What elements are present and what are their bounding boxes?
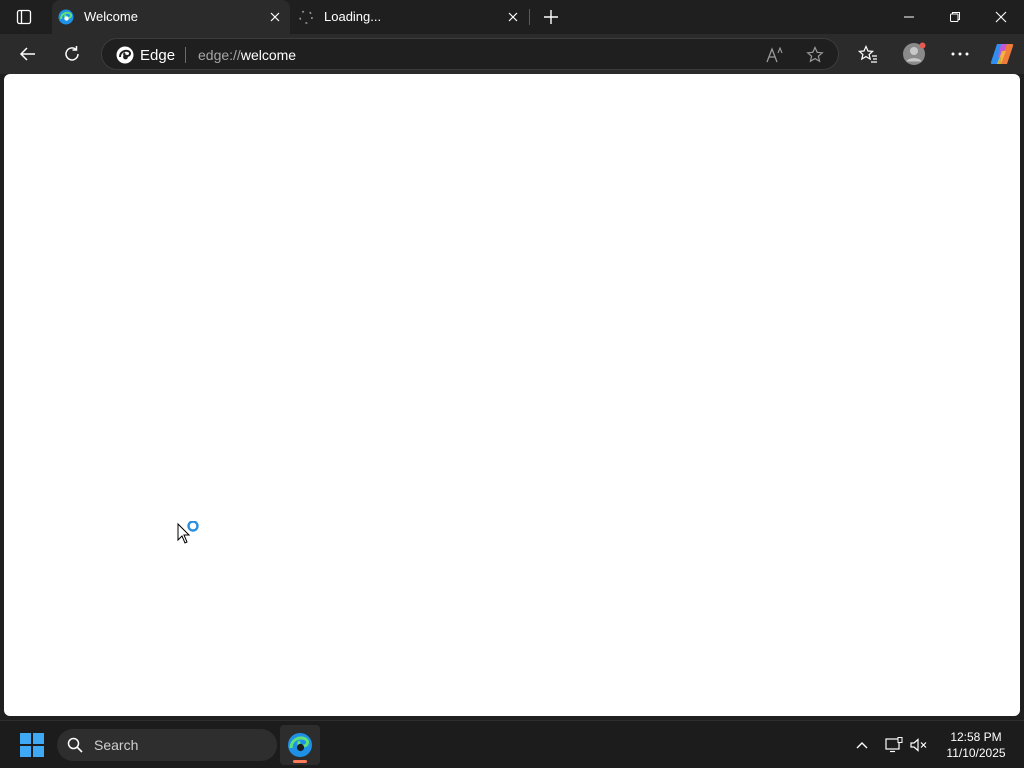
tab-close-button[interactable] — [504, 8, 522, 26]
minimize-button[interactable] — [886, 0, 932, 34]
tab-title: Welcome — [84, 9, 138, 24]
close-icon — [995, 11, 1007, 23]
running-indicator — [293, 760, 307, 763]
copilot-icon — [990, 44, 1014, 64]
read-aloud-button[interactable] — [764, 45, 786, 65]
url-scheme: edge:// — [198, 47, 241, 63]
clock-time: 12:58 PM — [950, 730, 1002, 744]
address-bar[interactable]: Edge edge://welcome — [101, 38, 839, 70]
tab-welcome[interactable]: Welcome — [52, 0, 290, 34]
new-tab-button[interactable] — [538, 4, 564, 30]
url-path: welcome — [240, 47, 297, 63]
read-aloud-icon — [766, 47, 783, 63]
chevron-up-icon — [856, 742, 868, 749]
loading-spinner-icon — [299, 10, 313, 24]
restore-button[interactable] — [932, 0, 978, 34]
edge-logo-icon — [116, 46, 134, 64]
restore-icon — [950, 12, 960, 22]
taskbar-app-edge[interactable] — [280, 725, 320, 765]
edge-logo-icon — [288, 733, 312, 757]
taskbar-search-box[interactable]: Search — [57, 729, 277, 761]
url-text[interactable]: edge://welcome — [198, 47, 296, 63]
address-divider — [185, 47, 186, 63]
start-button[interactable] — [20, 733, 44, 757]
tab-separator — [529, 9, 530, 25]
network-icon — [885, 737, 903, 753]
tab-title: Loading... — [324, 9, 382, 24]
back-button[interactable] — [12, 38, 44, 70]
taskbar: Search 12:58 PM 11/10/2025 — [0, 720, 1024, 768]
page-content-area[interactable] — [4, 74, 1020, 716]
browser-toolbar: Edge edge://welcome — [0, 34, 1024, 74]
show-hidden-icons-button[interactable] — [851, 733, 873, 757]
arrow-left-icon — [19, 47, 35, 61]
volume-button[interactable] — [908, 733, 930, 757]
more-menu-button[interactable] — [944, 38, 976, 70]
tab-close-button[interactable] — [266, 8, 284, 26]
tab-strip: Welcome Loading... — [0, 0, 1024, 34]
tab-actions-button[interactable] — [8, 4, 40, 30]
close-icon — [270, 12, 280, 22]
plus-icon — [544, 10, 558, 24]
tab-loading[interactable]: Loading... — [292, 0, 528, 34]
favorites-button[interactable] — [852, 38, 884, 70]
network-button[interactable] — [883, 733, 905, 757]
minimize-icon — [904, 16, 914, 18]
refresh-button[interactable] — [56, 38, 88, 70]
close-window-button[interactable] — [978, 0, 1024, 34]
close-icon — [508, 12, 518, 22]
site-badge-label: Edge — [140, 46, 176, 64]
tab-actions-icon — [16, 9, 32, 25]
search-label: Search — [94, 737, 139, 753]
avatar-icon — [903, 42, 926, 65]
favorites-icon — [858, 45, 877, 63]
browser-window: Welcome Loading... Edge edge://welcome — [0, 0, 1024, 720]
clock-date: 11/10/2025 — [946, 746, 1006, 760]
search-icon — [67, 737, 83, 753]
refresh-icon — [65, 46, 79, 61]
more-horizontal-icon — [951, 52, 969, 56]
system-clock[interactable]: 12:58 PM 11/10/2025 — [938, 729, 1014, 761]
add-favorite-button[interactable] — [804, 44, 826, 66]
copilot-button[interactable] — [986, 38, 1018, 70]
edge-site-badge[interactable]: Edge — [116, 46, 175, 64]
edge-favicon-icon — [58, 9, 74, 25]
volume-muted-icon — [910, 738, 927, 752]
windows-logo-icon — [20, 733, 44, 757]
profile-button[interactable] — [898, 38, 930, 70]
star-icon — [806, 46, 824, 63]
busy-cursor-icon — [177, 521, 199, 544]
